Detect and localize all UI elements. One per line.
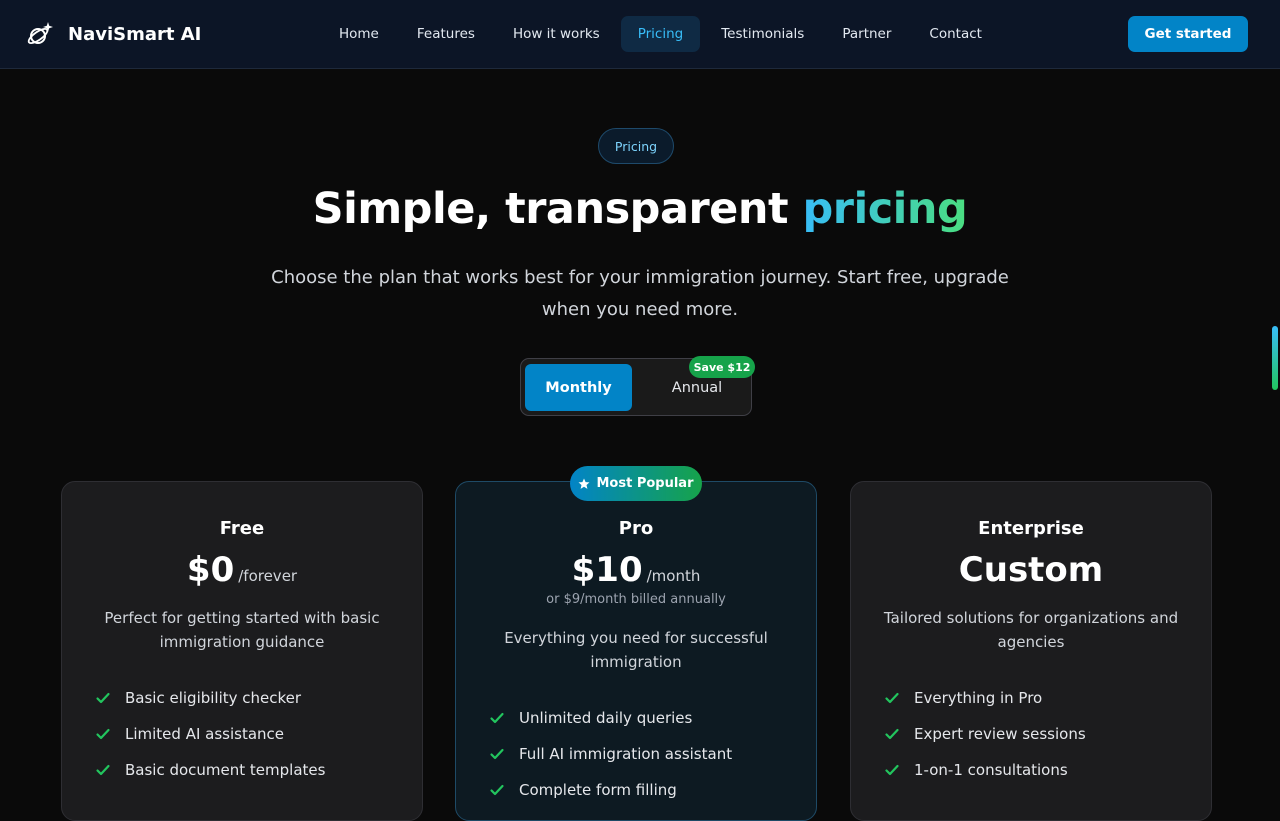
nav-link-contact[interactable]: Contact <box>912 16 999 52</box>
feature-label: Expert review sessions <box>914 725 1086 743</box>
plan-price: Custom <box>958 550 1104 590</box>
brand-name: NaviSmart AI <box>68 23 202 45</box>
most-popular-label: Most Popular <box>596 476 694 491</box>
feature-label: Basic eligibility checker <box>125 689 302 707</box>
nav-link-testimonials[interactable]: Testimonials <box>704 16 821 52</box>
plan-description: Perfect for getting started with basic i… <box>104 609 380 651</box>
plan-description: Everything you need for successful immig… <box>504 629 768 671</box>
plan-feature-list: Basic eligibility checker Limited AI ass… <box>95 680 325 788</box>
page-title: Simple, transparent pricing <box>0 184 1280 234</box>
plan-price-row: Custom <box>851 550 1211 590</box>
nav-link-partner[interactable]: Partner <box>825 16 908 52</box>
nav-link-home[interactable]: Home <box>322 16 396 52</box>
top-navbar: NaviSmart AI Home Features How it works … <box>0 0 1280 69</box>
feature-label: Full AI immigration assistant <box>519 745 733 763</box>
feature-label: Everything in Pro <box>914 689 1043 707</box>
check-icon <box>885 692 899 704</box>
scrollbar-thumb[interactable] <box>1272 326 1278 390</box>
feature-item: Everything in Pro <box>884 680 1086 716</box>
plan-name: Pro <box>618 518 654 539</box>
feature-label: Complete form filling <box>519 781 677 799</box>
annual-billing-note: or $9/month billed annually <box>546 592 726 607</box>
monthly-toggle-button[interactable]: Monthly <box>525 364 632 411</box>
plan-period: /forever <box>238 567 298 585</box>
section-pill: Pricing <box>598 128 674 164</box>
feature-item: 1-on-1 consultations <box>884 752 1086 788</box>
feature-item: Basic document templates <box>95 752 325 788</box>
feature-item: Expert review sessions <box>884 716 1086 752</box>
plan-period: /month <box>646 567 701 585</box>
check-icon <box>96 728 110 740</box>
plan-description: Tailored solutions for organizations and… <box>883 609 1179 651</box>
check-icon <box>490 712 504 724</box>
feature-item: Basic eligibility checker <box>95 680 325 716</box>
check-icon <box>96 692 110 704</box>
feature-item: Limited AI assistance <box>95 716 325 752</box>
plan-name: Free <box>219 518 265 539</box>
brand-logo[interactable]: NaviSmart AI <box>26 20 201 48</box>
nav-link-how-it-works[interactable]: How it works <box>496 16 617 52</box>
feature-label: Basic document templates <box>125 761 326 779</box>
feature-item: Unlimited daily queries <box>489 700 732 736</box>
check-icon <box>490 784 504 796</box>
billing-toggle: Monthly Annual Save $12 <box>520 356 755 416</box>
plan-feature-list: Everything in Pro Expert review sessions… <box>884 680 1086 788</box>
plan-card-enterprise: Enterprise Custom Tailored solutions for… <box>850 481 1212 821</box>
feature-label: 1-on-1 consultations <box>914 761 1068 779</box>
main-nav: Home Features How it works Pricing Testi… <box>322 16 999 52</box>
title-accent: pricing <box>802 184 968 234</box>
page-subtitle: Choose the plan that works best for your… <box>271 267 1009 320</box>
sparkle-orbit-icon <box>27 22 53 45</box>
feature-label: Unlimited daily queries <box>519 709 693 727</box>
check-icon <box>885 764 899 776</box>
get-started-button[interactable]: Get started <box>1128 16 1248 52</box>
plan-price-row: $10/month <box>456 550 816 590</box>
plan-price-row: $0/forever <box>62 550 422 590</box>
title-main: Simple, transparent <box>312 184 803 234</box>
nav-link-pricing[interactable]: Pricing <box>620 16 701 52</box>
plan-price: $10 <box>571 550 643 590</box>
check-icon <box>490 748 504 760</box>
plan-name: Enterprise <box>978 518 1084 539</box>
feature-item: Full AI immigration assistant <box>489 736 732 772</box>
nav-link-features[interactable]: Features <box>400 16 492 52</box>
plan-price: $0 <box>186 550 235 590</box>
feature-item: Complete form filling <box>489 772 732 808</box>
most-popular-badge: Most Popular <box>570 466 702 501</box>
check-icon <box>96 764 110 776</box>
star-icon <box>578 478 590 489</box>
plan-card-free: Free $0/forever Perfect for getting star… <box>61 481 423 821</box>
check-icon <box>885 728 899 740</box>
feature-label: Limited AI assistance <box>125 725 285 743</box>
plan-card-pro: Pro $10/month or $9/month billed annuall… <box>455 481 817 821</box>
save-badge: Save $12 <box>689 356 755 378</box>
plan-feature-list: Unlimited daily queries Full AI immigrat… <box>489 700 732 808</box>
